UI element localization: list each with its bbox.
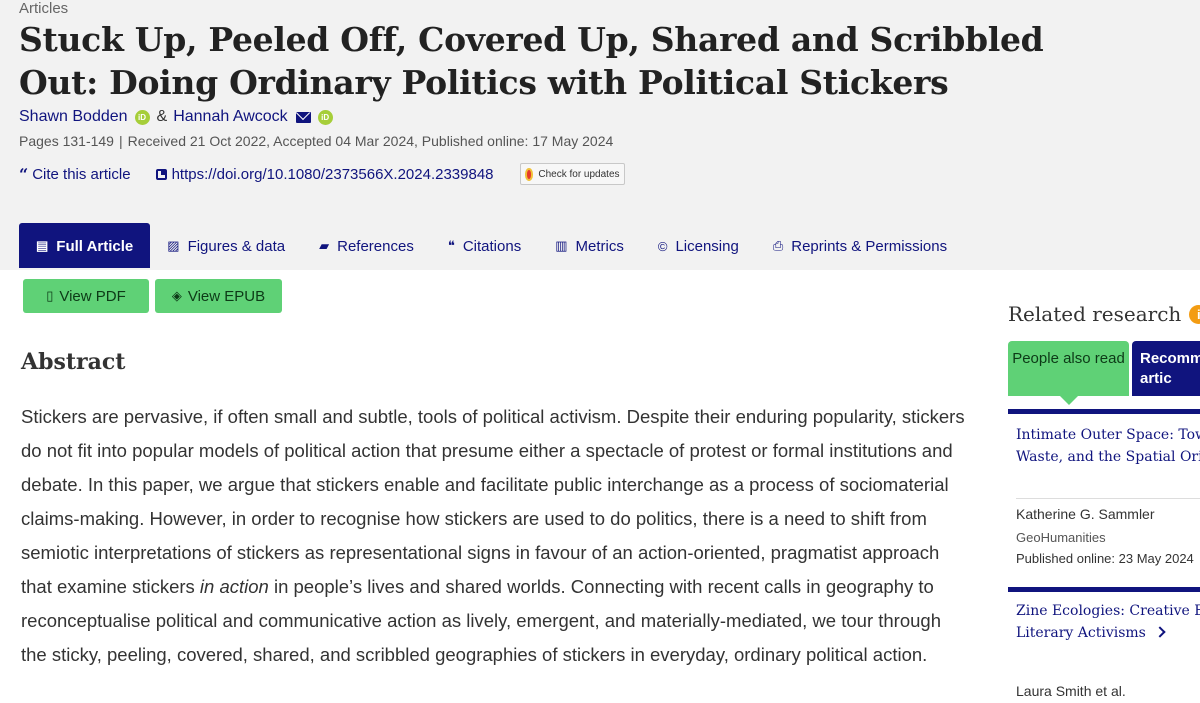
info-icon[interactable]: i <box>1189 304 1200 324</box>
tab-label: Figures & data <box>187 237 286 255</box>
quote-icon: “ <box>19 164 29 184</box>
check-for-updates-label: Check for updates <box>538 168 620 180</box>
doi-link[interactable]: https://doi.org/10.1080/2373566X.2024.23… <box>172 166 494 183</box>
abstract-heading: Abstract <box>21 349 126 375</box>
cite-article-link[interactable]: Cite this article <box>32 166 130 183</box>
tab-metrics[interactable]: ▥ Metrics <box>538 223 641 269</box>
related-title-line: Intimate Outer Space: Towa <box>1016 427 1200 443</box>
article-type-label: Articles <box>19 0 69 17</box>
orcid-icon[interactable]: iD <box>317 109 333 125</box>
related-article-author: Katherine G. Sammler <box>1016 506 1155 522</box>
related-research-heading: Related research i <box>1008 302 1200 326</box>
print-icon: ⎙ <box>772 238 784 253</box>
abstract-text: Stickers are pervasive, if often small a… <box>21 400 971 672</box>
abstract-text-part: Stickers are pervasive, if often small a… <box>21 406 965 597</box>
view-epub-button[interactable]: ◈ View EPUB <box>155 279 282 313</box>
tab-divider <box>0 268 1200 270</box>
tab-people-also-read[interactable]: People also read <box>1008 341 1129 405</box>
tab-label: Citations <box>462 237 522 255</box>
author-list: Shawn Bodden iD & Hannah Awcock iD <box>19 108 340 126</box>
tab-label: Full Article <box>56 237 134 255</box>
quote-icon: ❝ <box>447 238 455 253</box>
related-research-title: Related research <box>1008 302 1182 326</box>
tab-label: Metrics <box>575 237 624 255</box>
related-article-date: Published online: 23 May 2024 <box>1016 551 1194 566</box>
related-article-journal: GeoHumanities <box>1016 530 1106 545</box>
related-article-author: Laura Smith et al. <box>1016 683 1126 699</box>
page-range: Pages 131-149 <box>19 133 114 149</box>
related-article-title-link[interactable]: Zine Ecologies: Creative Env Literary Ac… <box>1016 600 1200 644</box>
author-link[interactable]: Shawn Bodden <box>19 108 128 126</box>
author-link[interactable]: Hannah Awcock <box>173 108 287 126</box>
book-icon: ▰ <box>319 238 330 253</box>
copyright-icon: © <box>657 238 668 254</box>
tab-reprints-permissions[interactable]: ⎙ Reprints & Permissions <box>756 223 964 269</box>
tab-citations[interactable]: ❝ Citations <box>431 223 538 269</box>
check-for-updates-button[interactable]: Check for updates <box>519 163 625 185</box>
related-divider <box>1008 587 1200 592</box>
article-tabs: ▤ Full Article ▨ Figures & data ▰ Refere… <box>19 223 964 269</box>
tab-figures-data[interactable]: ▨ Figures & data <box>150 223 302 269</box>
author-separator: & <box>156 108 168 125</box>
chevron-right-icon <box>1154 626 1166 638</box>
pdf-icon: ▯ <box>46 288 54 303</box>
external-link-icon <box>155 168 167 180</box>
view-pdf-button[interactable]: ▯ View PDF <box>23 279 149 313</box>
publication-info: Pages 131-149 | Received 21 Oct 2022, Acce… <box>19 133 614 149</box>
tab-label: References <box>337 237 414 255</box>
tab-recommended-articles[interactable]: Recomm artic <box>1132 341 1200 396</box>
tab-full-article[interactable]: ▤ Full Article <box>19 223 151 269</box>
related-title-line: Waste, and the Spatial Orier <box>1016 449 1200 465</box>
related-item-divider <box>1016 498 1200 499</box>
related-title-line: Zine Ecologies: Creative Env <box>1016 603 1200 619</box>
crossmark-icon <box>524 167 534 181</box>
epub-icon: ◈ <box>171 288 182 303</box>
article-title: Stuck Up, Peeled Off, Covered Up, Shared… <box>19 20 1044 102</box>
publication-dates: Received 21 Oct 2022, Accepted 04 Mar 20… <box>127 133 614 149</box>
related-title-line: Literary Activisms <box>1016 625 1146 641</box>
tab-licensing[interactable]: © Licensing <box>641 223 756 269</box>
related-article-title-link[interactable]: Intimate Outer Space: Towa Waste, and th… <box>1016 424 1200 468</box>
tab-label: Reprints & Permissions <box>791 237 948 255</box>
abstract-emphasis: in action <box>199 576 269 597</box>
document-icon: ▤ <box>36 238 49 253</box>
bar-chart-icon: ▥ <box>555 238 568 253</box>
view-pdf-label: View PDF <box>59 287 126 305</box>
view-epub-label: View EPUB <box>187 287 266 305</box>
citation-row: “ Cite this article https://doi.org/10.1… <box>19 163 625 185</box>
orcid-icon[interactable]: iD <box>134 109 150 125</box>
related-divider <box>1008 409 1200 414</box>
tab-label: Licensing <box>675 237 739 255</box>
tab-references[interactable]: ▰ References <box>302 223 431 269</box>
image-icon: ▨ <box>167 238 180 253</box>
email-icon[interactable] <box>295 111 311 123</box>
